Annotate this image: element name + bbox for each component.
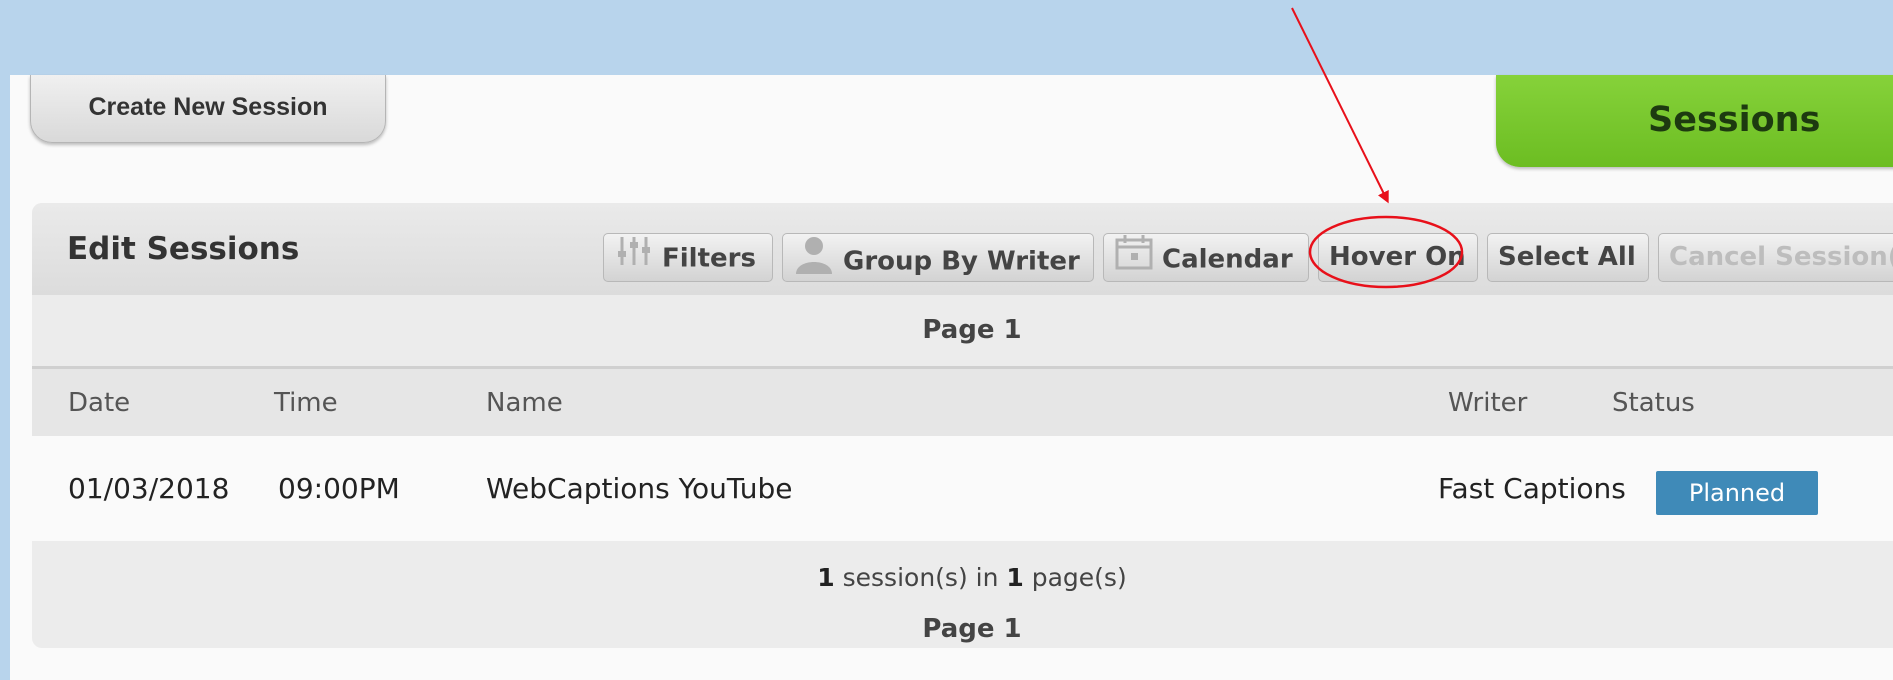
page-indicator-top: Page 1 (922, 315, 1022, 345)
table-header: Date Time Name Writer Status (32, 366, 1893, 436)
pagination-summary: 1 session(s) in 1 page(s) (32, 563, 1893, 592)
calendar-button[interactable]: Calendar (1103, 233, 1309, 282)
cancel-sessions-button[interactable]: Cancel Session(s (1658, 233, 1893, 282)
session-count: 1 (817, 563, 835, 592)
column-date[interactable]: Date (68, 369, 130, 437)
group-by-writer-button[interactable]: Group By Writer (782, 233, 1094, 282)
row-writer: Fast Captions (1438, 472, 1626, 505)
column-writer[interactable]: Writer (1448, 369, 1527, 437)
panel-header: Edit Sessions Filters Group By Writer Ca… (32, 203, 1893, 295)
group-by-writer-label: Group By Writer (843, 246, 1080, 277)
sliders-icon (614, 234, 654, 284)
page-count: 1 (1006, 563, 1024, 592)
row-name: WebCaptions YouTube (486, 472, 793, 505)
filters-button[interactable]: Filters (603, 233, 773, 282)
row-date: 01/03/2018 (68, 472, 230, 505)
user-icon (793, 234, 835, 290)
sessions-tab[interactable]: Sessions (1496, 75, 1893, 167)
create-new-session-button[interactable]: Create New Session (30, 75, 386, 143)
select-all-button[interactable]: Select All (1487, 233, 1649, 282)
page-indicator-bottom: Page 1 (922, 614, 1022, 644)
calendar-icon (1114, 234, 1154, 286)
calendar-label: Calendar (1162, 244, 1293, 275)
status-badge: Planned (1656, 471, 1818, 515)
main-canvas: Create New Session Sessions Edit Session… (10, 75, 1893, 680)
column-time[interactable]: Time (274, 369, 338, 437)
column-name[interactable]: Name (486, 369, 563, 437)
top-band (0, 0, 1893, 75)
hover-on-button[interactable]: Hover On (1318, 233, 1478, 282)
table-row[interactable]: 01/03/2018 09:00PM WebCaptions YouTube F… (32, 436, 1893, 541)
panel-title: Edit Sessions (67, 231, 300, 267)
filters-label: Filters (662, 243, 756, 274)
column-status[interactable]: Status (1612, 369, 1695, 437)
row-time: 09:00PM (278, 472, 400, 505)
summary-text-pages: page(s) (1023, 563, 1127, 592)
summary-text-sessions: session(s) in (834, 563, 1007, 592)
edit-sessions-panel: Edit Sessions Filters Group By Writer Ca… (32, 203, 1893, 648)
